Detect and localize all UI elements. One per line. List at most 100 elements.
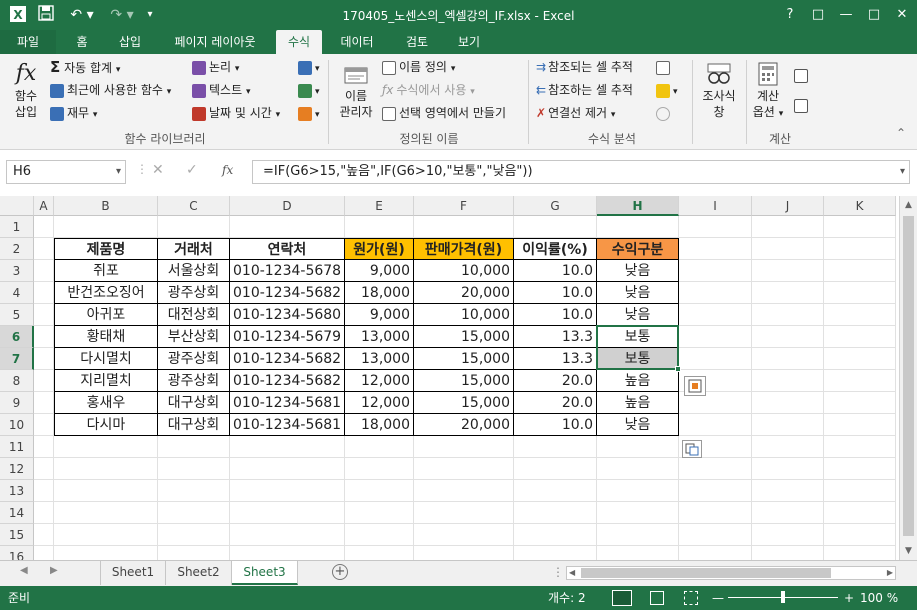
- cell-profit-class[interactable]: 높음: [597, 370, 679, 392]
- table-header-margin[interactable]: 이익률(%): [514, 238, 597, 260]
- row-header-16[interactable]: 16: [0, 546, 34, 560]
- name-box[interactable]: H6 ▾: [6, 160, 126, 184]
- lookup-button[interactable]: ▾: [298, 58, 320, 78]
- cell-cost[interactable]: 13,000: [345, 326, 414, 348]
- collapse-ribbon-icon[interactable]: ⌃: [896, 124, 906, 142]
- tab-view[interactable]: 보기: [444, 30, 494, 54]
- cell-vendor[interactable]: 광주상회: [158, 348, 230, 370]
- column-header-B[interactable]: B: [54, 196, 158, 216]
- calculate-sheet-button[interactable]: [794, 96, 811, 114]
- cell-profit-class[interactable]: 보통: [597, 348, 679, 370]
- column-header-K[interactable]: K: [824, 196, 896, 216]
- scroll-right-icon[interactable]: ▶: [887, 567, 893, 579]
- autosum-button[interactable]: Σ 자동 합계 ▾: [50, 58, 120, 79]
- cell-margin[interactable]: 20.0: [514, 370, 597, 392]
- cell-margin[interactable]: 10.0: [514, 414, 597, 436]
- column-header-G[interactable]: G: [514, 196, 597, 216]
- trace-precedents-button[interactable]: ⇉ 참조되는 셀 추적: [536, 58, 633, 76]
- sheet-tab-3[interactable]: Sheet3: [232, 561, 298, 585]
- paste-options-icon[interactable]: [682, 440, 702, 458]
- row-header-3[interactable]: 3: [0, 260, 34, 282]
- remove-arrows-button[interactable]: ✗ 연결선 제거 ▾: [536, 104, 615, 124]
- row-header-5[interactable]: 5: [0, 304, 34, 326]
- cell-product-name[interactable]: 다시멸치: [54, 348, 158, 370]
- cell-product-name[interactable]: 황태채: [54, 326, 158, 348]
- row-header-2[interactable]: 2: [0, 238, 34, 260]
- tab-insert[interactable]: 삽입: [108, 30, 152, 54]
- cell-cost[interactable]: 18,000: [345, 282, 414, 304]
- fill-handle[interactable]: [675, 366, 681, 372]
- row-header-8[interactable]: 8: [0, 370, 34, 392]
- horizontal-scrollbar[interactable]: ◀ ▶: [566, 566, 896, 580]
- show-formulas-button[interactable]: [656, 58, 673, 76]
- cell-sale-price[interactable]: 10,000: [414, 304, 514, 326]
- worksheet-grid[interactable]: ABCDEFGHIJK 1 2 3 4 5 6 7 8 9 10 11 12 13 14 15 16 제품명 거…: [0, 196, 899, 560]
- row-header-15[interactable]: 15: [0, 524, 34, 546]
- cell-sale-price[interactable]: 15,000: [414, 392, 514, 414]
- row-header-6[interactable]: 6: [0, 326, 34, 348]
- error-checking-button[interactable]: ▾: [656, 81, 678, 101]
- maximize-button[interactable]: □: [860, 4, 888, 26]
- normal-view-icon[interactable]: [612, 590, 632, 606]
- cell-profit-class[interactable]: 낮음: [597, 304, 679, 326]
- financial-button[interactable]: 재무 ▾: [50, 104, 97, 124]
- cell-sale-price[interactable]: 15,000: [414, 326, 514, 348]
- trace-dependents-button[interactable]: ⇇ 참조하는 셀 추적: [536, 81, 633, 99]
- row-header-13[interactable]: 13: [0, 480, 34, 502]
- column-header-H[interactable]: H: [597, 196, 679, 216]
- cell-margin[interactable]: 10.0: [514, 260, 597, 282]
- cell-contact[interactable]: 010-1234-5682: [230, 370, 345, 392]
- tab-review[interactable]: 검토: [392, 30, 442, 54]
- row-header-12[interactable]: 12: [0, 458, 34, 480]
- prev-sheet-icon[interactable]: ◀: [20, 565, 28, 576]
- name-manager-button[interactable]: 이름 관리자: [334, 64, 378, 120]
- cell-vendor[interactable]: 광주상회: [158, 282, 230, 304]
- tab-formulas[interactable]: 수식: [276, 30, 322, 54]
- cell-vendor[interactable]: 광주상회: [158, 370, 230, 392]
- sheet-tab-1[interactable]: Sheet1: [100, 561, 166, 585]
- row-header-14[interactable]: 14: [0, 502, 34, 524]
- recent-functions-button[interactable]: 최근에 사용한 함수 ▾: [50, 81, 171, 101]
- tab-home[interactable]: 홈: [62, 30, 102, 54]
- formula-input[interactable]: =IF(G6>15,"높음",IF(G6>10,"보통","낮음")) ▾: [252, 160, 910, 184]
- calculate-now-button[interactable]: [794, 66, 811, 84]
- quick-analysis-icon[interactable]: [684, 376, 706, 396]
- table-header-profit-class[interactable]: 수익구분: [597, 238, 679, 260]
- cell-product-name[interactable]: 홍새우: [54, 392, 158, 414]
- use-in-formula-button[interactable]: ƒx 수식에서 사용 ▾: [382, 81, 475, 101]
- cell-margin[interactable]: 13.3: [514, 348, 597, 370]
- cell-contact[interactable]: 010-1234-5680: [230, 304, 345, 326]
- scroll-up-icon[interactable]: ▲: [900, 196, 917, 214]
- expand-formula-icon[interactable]: ▾: [900, 161, 905, 183]
- split-handle-icon[interactable]: ⋮: [552, 565, 564, 579]
- column-header-D[interactable]: D: [230, 196, 345, 216]
- cell-vendor[interactable]: 대구상회: [158, 392, 230, 414]
- scroll-thumb[interactable]: [903, 216, 914, 536]
- cell-profit-class[interactable]: 보통: [597, 326, 679, 348]
- zoom-level[interactable]: 100 %: [860, 586, 898, 610]
- cell-profit-class[interactable]: 높음: [597, 392, 679, 414]
- column-header-F[interactable]: F: [414, 196, 514, 216]
- more-functions-button[interactable]: ▾: [298, 104, 320, 124]
- cell-vendor[interactable]: 대전상회: [158, 304, 230, 326]
- vertical-scrollbar[interactable]: ▲ ▼: [899, 196, 917, 560]
- cell-vendor[interactable]: 대구상회: [158, 414, 230, 436]
- cell-cost[interactable]: 12,000: [345, 370, 414, 392]
- enter-icon[interactable]: ✓: [186, 162, 198, 178]
- column-header-J[interactable]: J: [752, 196, 824, 216]
- chevron-down-icon[interactable]: ▾: [116, 161, 121, 183]
- cell-sale-price[interactable]: 10,000: [414, 260, 514, 282]
- cell-sale-price[interactable]: 15,000: [414, 348, 514, 370]
- help-button[interactable]: ?: [776, 4, 804, 26]
- insert-function-button[interactable]: fx 함수 삽입: [6, 60, 46, 120]
- tab-page-layout[interactable]: 페이지 레이아웃: [160, 30, 270, 54]
- ribbon-display-button[interactable]: □: [804, 4, 832, 26]
- cell-cost[interactable]: 9,000: [345, 260, 414, 282]
- cell-profit-class[interactable]: 낮음: [597, 260, 679, 282]
- logical-button[interactable]: 논리 ▾: [192, 58, 239, 78]
- cell-contact[interactable]: 010-1234-5679: [230, 326, 345, 348]
- cell-cost[interactable]: 12,000: [345, 392, 414, 414]
- create-from-selection-button[interactable]: 선택 영역에서 만들기: [382, 104, 506, 122]
- scroll-down-icon[interactable]: ▼: [900, 542, 917, 560]
- sheet-tab-2[interactable]: Sheet2: [166, 561, 232, 585]
